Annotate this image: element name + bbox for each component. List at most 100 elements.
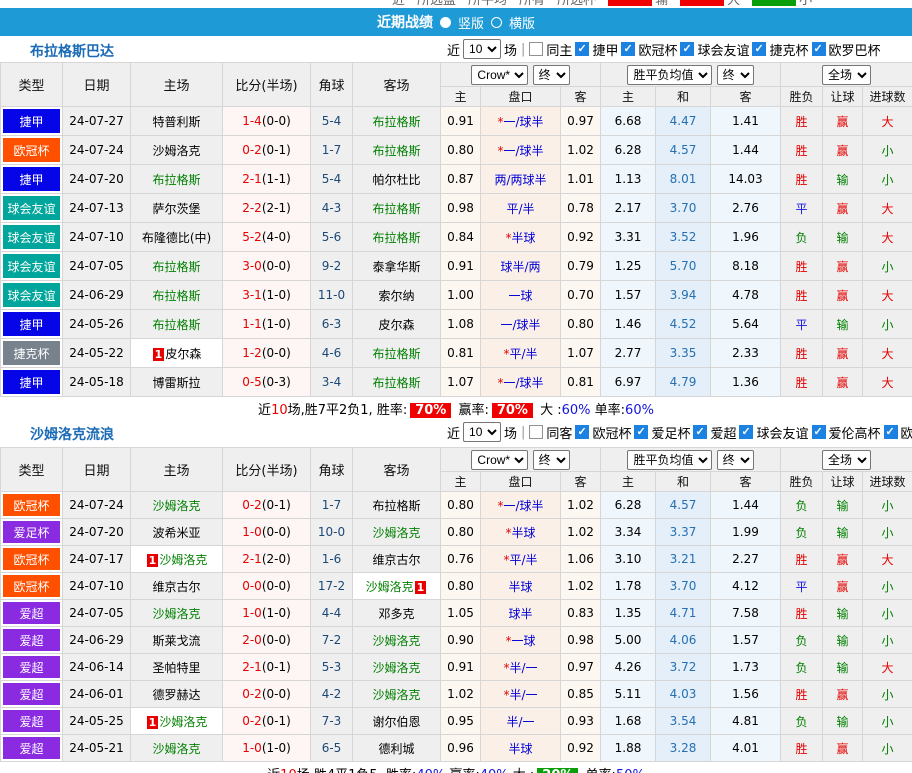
result-cell: 胜 (781, 339, 823, 368)
crow-home-odds: 0.80 (441, 573, 481, 600)
avg-draw-odds: 4.57 (656, 492, 711, 519)
same-venue-label: 同主 (546, 40, 572, 59)
league-filter-checkbox[interactable] (812, 425, 826, 439)
handicap-result-cell: 赢 (823, 194, 863, 223)
corner-cell: 4-6 (311, 339, 353, 368)
league-badge: 球会友谊 (3, 254, 60, 278)
handicap-cell: 一球 (481, 281, 561, 310)
home-team: 圣帕特里 (152, 661, 200, 675)
wdl-average-select[interactable]: 胜平负均值 (627, 65, 712, 85)
league-filter-label: 球会友谊 (756, 423, 808, 442)
same-venue-checkbox[interactable] (529, 425, 543, 439)
games-label: 场 (504, 423, 517, 442)
league-badge: 欧冠杯 (3, 548, 60, 570)
wdl-time-select[interactable]: 终 (717, 65, 754, 85)
odds-company-select[interactable]: Crow* (471, 65, 528, 85)
handicap-result-cell: 赢 (823, 107, 863, 136)
crow-home-odds: 0.80 (441, 492, 481, 519)
league-filter-label: 欧冠杯 (592, 423, 631, 442)
handicap-cell: *一球 (481, 627, 561, 654)
result-cell: 胜 (781, 136, 823, 165)
avg-draw-odds: 4.79 (656, 368, 711, 397)
full-time-score: 1-0 (242, 606, 262, 620)
team-name: 沙姆洛克流浪 (30, 424, 114, 444)
league-filter-checkbox[interactable] (621, 42, 635, 56)
handicap-result-cell: 输 (823, 654, 863, 681)
home-team-cell: 波希米亚 (131, 519, 223, 546)
home-team-cell: 布隆德比(中) (131, 223, 223, 252)
radio-vertical-layout[interactable] (440, 17, 451, 28)
handicap-label: 两/两球半 (494, 173, 546, 187)
summary-text: 大 : (536, 403, 562, 418)
league-filter-checkbox[interactable] (739, 425, 753, 439)
summary-rate-badge: 70% (410, 403, 451, 418)
odds-company-select[interactable]: Crow* (471, 450, 528, 470)
avg-home-odds: 1.78 (601, 573, 656, 600)
avg-away-odds: 4.78 (711, 281, 781, 310)
wdl-time-select[interactable]: 终 (717, 450, 754, 470)
league-filter-checkbox[interactable] (634, 425, 648, 439)
avg-draw-odds: 8.01 (656, 165, 711, 194)
horizontal-layout-label[interactable]: 横版 (509, 13, 535, 32)
handicap-result-cell: 输 (823, 223, 863, 252)
corner-score: 6-5 (322, 741, 342, 755)
avg-home-odds: 3.10 (601, 546, 656, 573)
odds-time-select[interactable]: 终 (533, 65, 570, 85)
match-date: 24-07-13 (63, 194, 131, 223)
corner-cell: 6-5 (311, 735, 353, 762)
handicap-result-cell: 输 (823, 519, 863, 546)
matches-count-select[interactable]: 10 (463, 422, 501, 442)
home-team-summary: 近10场,胜7平2负1, 胜率:70% 赢率:70% 大 :60% 单率:60% (0, 397, 912, 419)
crow-away-odds: 0.93 (561, 708, 601, 735)
handicap-label: 半球 (511, 231, 535, 245)
handicap-label: 球半 (508, 607, 532, 621)
half-time-score: (0-1) (262, 498, 291, 512)
sub-goals: 进球数 (863, 472, 912, 492)
league-filter-checkbox[interactable] (575, 425, 589, 439)
avg-draw-odds: 4.57 (656, 136, 711, 165)
league-filter-checkbox[interactable] (575, 42, 589, 56)
corner-score: 11-0 (318, 288, 345, 302)
away-team-cell: 沙姆洛克 (353, 681, 441, 708)
league-type-cell: 捷甲 (1, 165, 63, 194)
same-venue-checkbox[interactable] (529, 42, 543, 56)
league-filter-checkbox[interactable] (693, 425, 707, 439)
match-date: 24-05-22 (63, 339, 131, 368)
home-team-recent-table: 类型 日期 主场 比分(半场) 角球 客场 Crow* 终 胜平负均值 终 全场… (0, 62, 912, 397)
odds-company-group: Crow* 终 (441, 448, 601, 472)
league-type-cell: 爱超 (1, 735, 63, 762)
full-time-score: 2-1 (242, 172, 262, 186)
summary-text: 大 : (509, 768, 535, 773)
scope-select[interactable]: 全场 (822, 450, 871, 470)
goals-result-cell: 大 (863, 368, 912, 397)
match-row: 爱超24-07-05沙姆洛克1-0(1-0)4-4邓多克1.05球半0.831.… (1, 600, 912, 627)
col-score: 比分(半场) (223, 448, 311, 492)
handicap-cell: 球半 (481, 600, 561, 627)
wdl-average-select[interactable]: 胜平负均值 (627, 450, 712, 470)
score-cell: 0-2(0-1) (223, 492, 311, 519)
league-type-cell: 捷甲 (1, 368, 63, 397)
league-filter-checkbox[interactable] (812, 42, 826, 56)
matches-count-select[interactable]: 10 (463, 39, 501, 59)
league-type-cell: 球会友谊 (1, 281, 63, 310)
sub-handicap-result: 让球 (823, 472, 863, 492)
legend-color-swatch (752, 0, 796, 6)
avg-away-odds: 1.57 (711, 627, 781, 654)
avg-home-odds: 5.11 (601, 681, 656, 708)
radio-horizontal-layout[interactable] (491, 17, 502, 28)
home-team: 沙姆洛克 (152, 144, 200, 158)
handicap-label: 半/一 (509, 661, 537, 675)
league-filter-checkbox[interactable] (680, 42, 694, 56)
crow-away-odds: 1.01 (561, 165, 601, 194)
vertical-layout-label[interactable]: 竖版 (458, 13, 484, 32)
corner-score: 7-3 (322, 714, 342, 728)
corner-score: 4-3 (322, 201, 342, 215)
odds-time-select[interactable]: 终 (533, 450, 570, 470)
result-cell: 平 (781, 194, 823, 223)
home-team: 1皮尔森 (152, 347, 202, 361)
full-time-score: 2-2 (242, 201, 262, 215)
scope-select[interactable]: 全场 (822, 65, 871, 85)
league-filter-checkbox[interactable] (884, 425, 898, 439)
goals-result-cell: 小 (863, 735, 912, 762)
league-filter-checkbox[interactable] (752, 42, 766, 56)
